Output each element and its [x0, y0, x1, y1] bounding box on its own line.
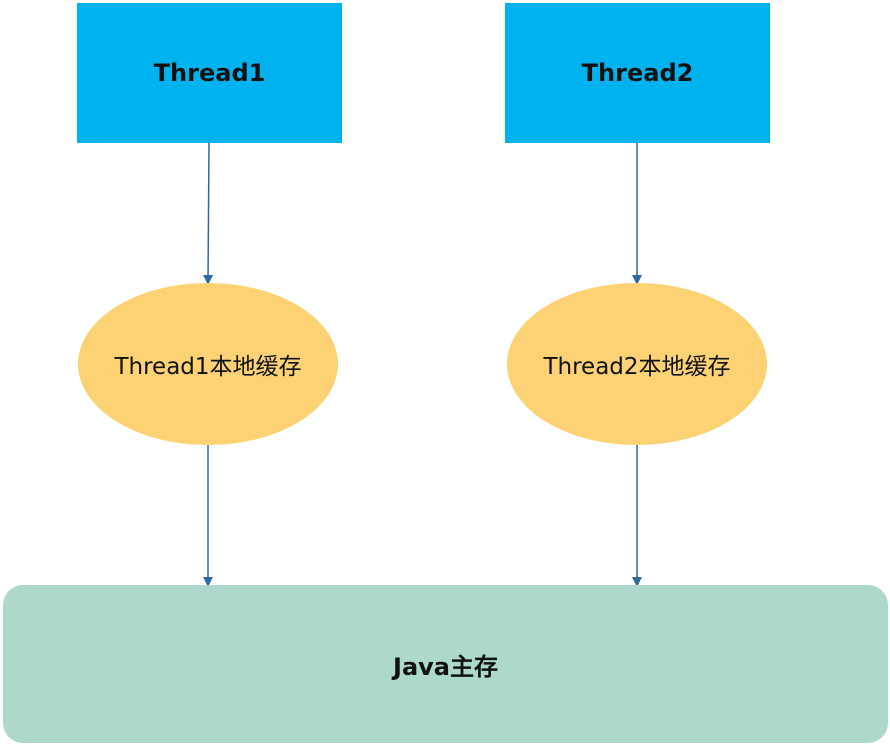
thread2-label: Thread2 — [581, 59, 694, 87]
java-main-memory-label: Java主存 — [393, 652, 498, 681]
thread1-box: Thread1 — [77, 3, 342, 143]
thread2-local-cache: Thread2本地缓存 — [507, 283, 767, 445]
edge-thread1-to-cache1 — [203, 142, 214, 285]
thread1-label: Thread1 — [153, 59, 266, 87]
thread1-local-cache: Thread1本地缓存 — [78, 283, 338, 445]
thread2-box: Thread2 — [505, 3, 770, 143]
thread1-local-cache-label: Thread1本地缓存 — [114, 354, 302, 380]
java-main-memory: Java主存 — [3, 585, 888, 743]
thread2-local-cache-label: Thread2本地缓存 — [543, 354, 731, 380]
